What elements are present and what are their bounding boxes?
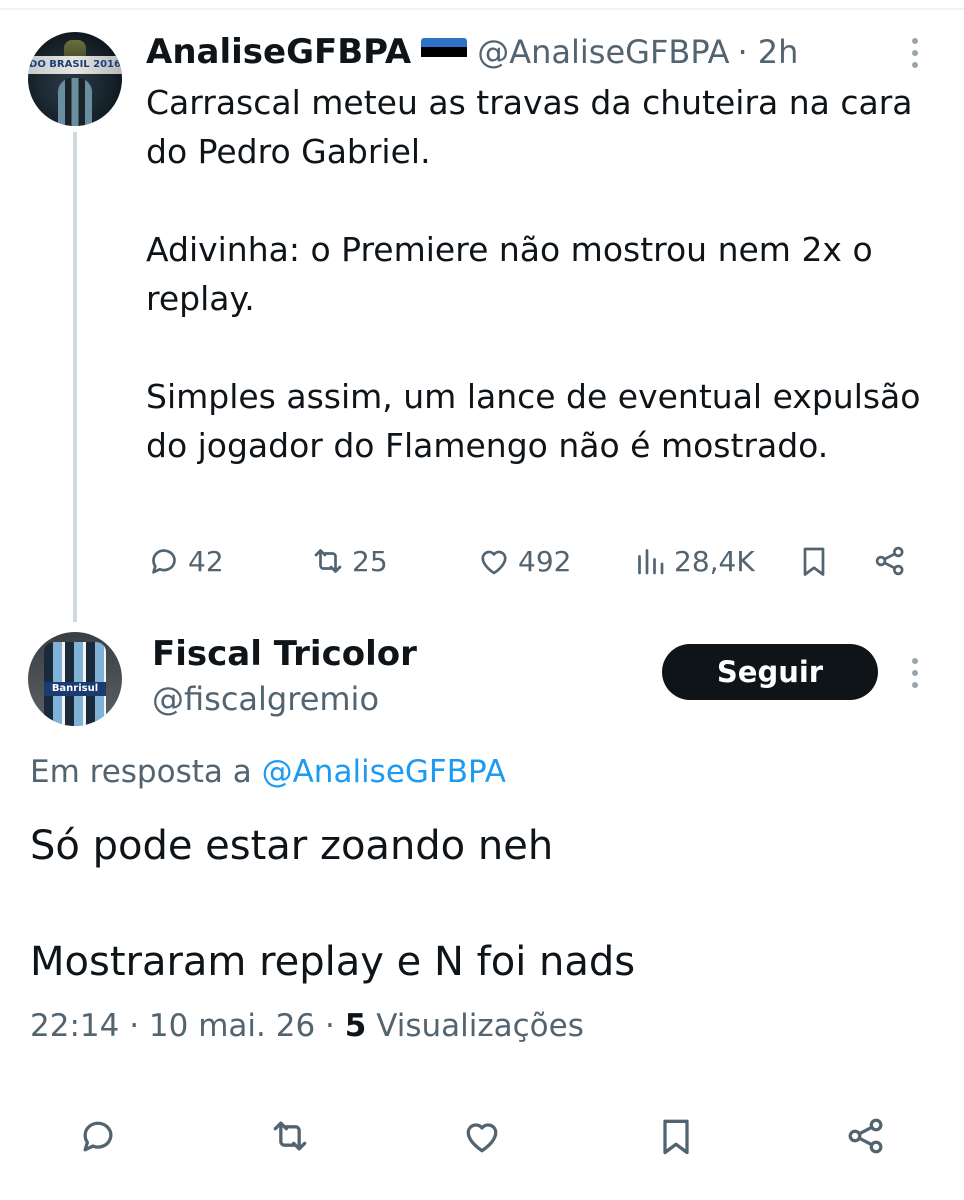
thread-line xyxy=(73,132,77,622)
retweet-icon xyxy=(273,1121,307,1151)
top-divider xyxy=(0,8,964,10)
avatar-figure xyxy=(58,78,92,126)
bookmark-icon xyxy=(663,1119,689,1155)
like-count: 492 xyxy=(518,544,572,578)
reply-author-name[interactable]: Fiscal Tricolor xyxy=(152,634,417,674)
tweet-views-label: Visualizações xyxy=(376,1008,584,1044)
reply-action-bar xyxy=(0,1106,964,1166)
bottom-bookmark-button[interactable] xyxy=(652,1112,700,1160)
heart-icon xyxy=(466,1123,498,1153)
bottom-reply-button[interactable] xyxy=(74,1112,122,1160)
parent-paragraph: Adivinha: o Premiere não mostrou nem 2x … xyxy=(146,230,873,318)
like-button[interactable]: 492 xyxy=(476,536,571,586)
estonia-flag-icon xyxy=(421,38,468,66)
meta-separator: · xyxy=(129,1008,149,1044)
parent-paragraph: Carrascal meteu as travas da chuteira na… xyxy=(146,83,913,171)
share-icon xyxy=(848,1118,883,1154)
bottom-retweet-button[interactable] xyxy=(266,1112,314,1160)
parent-paragraph: Simples assim, um lance de eventual expu… xyxy=(146,377,921,465)
retweet-button[interactable]: 25 xyxy=(310,536,388,586)
bottom-share-button[interactable] xyxy=(842,1112,890,1160)
parent-tweet-text: Carrascal meteu as travas da chuteira na… xyxy=(146,78,936,470)
avatar-sponsor-text: Banrisul xyxy=(44,682,106,696)
parent-avatar[interactable]: DO BRASIL 2016 xyxy=(28,32,122,126)
views-count: 28,4K xyxy=(674,544,755,578)
heart-icon xyxy=(481,550,507,575)
tweet-meta: 22:14 · 10 mai. 26 · 5 Visualizações xyxy=(30,1008,584,1044)
retweet-icon xyxy=(314,549,342,573)
tweet-date[interactable]: 10 mai. 26 xyxy=(149,1008,315,1044)
parent-action-bar: 42 25 492 28,4K xyxy=(146,536,926,586)
parent-header: AnaliseGFBPA @AnaliseGFBPA · 2h xyxy=(146,30,798,74)
reply-avatar[interactable]: Banrisul xyxy=(28,632,122,726)
bottom-like-button[interactable] xyxy=(458,1112,506,1160)
avatar-banner-text: DO BRASIL 2016 xyxy=(28,56,122,74)
follow-button[interactable]: Seguir xyxy=(662,644,878,700)
reply-to-prefix: Em resposta a xyxy=(30,754,252,790)
reply-paragraph: Mostraram replay e N foi nads xyxy=(30,939,636,985)
tweet-views-count: 5 xyxy=(344,1008,367,1044)
reply-paragraph: Só pode estar zoando neh xyxy=(30,823,554,869)
tweet-time[interactable]: 22:14 xyxy=(30,1008,119,1044)
share-button[interactable] xyxy=(872,536,914,586)
parent-more-icon[interactable] xyxy=(912,38,920,74)
reply-author-handle[interactable]: @fiscalgremio xyxy=(152,680,379,718)
meta-separator: · xyxy=(325,1008,345,1044)
reply-tweet-text: Só pode estar zoando neh Mostraram repla… xyxy=(30,818,930,990)
bookmark-icon xyxy=(803,547,825,576)
views-button[interactable]: 28,4K xyxy=(632,536,755,586)
reply-button[interactable]: 42 xyxy=(146,536,224,586)
reply-context: Em resposta a @AnaliseGFBPA xyxy=(30,754,506,790)
views-icon xyxy=(638,549,664,575)
bookmark-button[interactable] xyxy=(796,536,838,586)
parent-timestamp[interactable]: · 2h xyxy=(737,33,798,71)
retweet-count: 25 xyxy=(352,544,388,578)
reply-more-icon[interactable] xyxy=(912,658,920,694)
reply-icon xyxy=(152,549,176,574)
share-icon xyxy=(875,546,904,576)
parent-author-handle[interactable]: @AnaliseGFBPA xyxy=(477,33,729,71)
reply-to-mention[interactable]: @AnaliseGFBPA xyxy=(262,754,506,790)
parent-author-name[interactable]: AnaliseGFBPA xyxy=(146,32,411,72)
reply-icon xyxy=(83,1121,113,1152)
reply-count: 42 xyxy=(188,544,224,578)
